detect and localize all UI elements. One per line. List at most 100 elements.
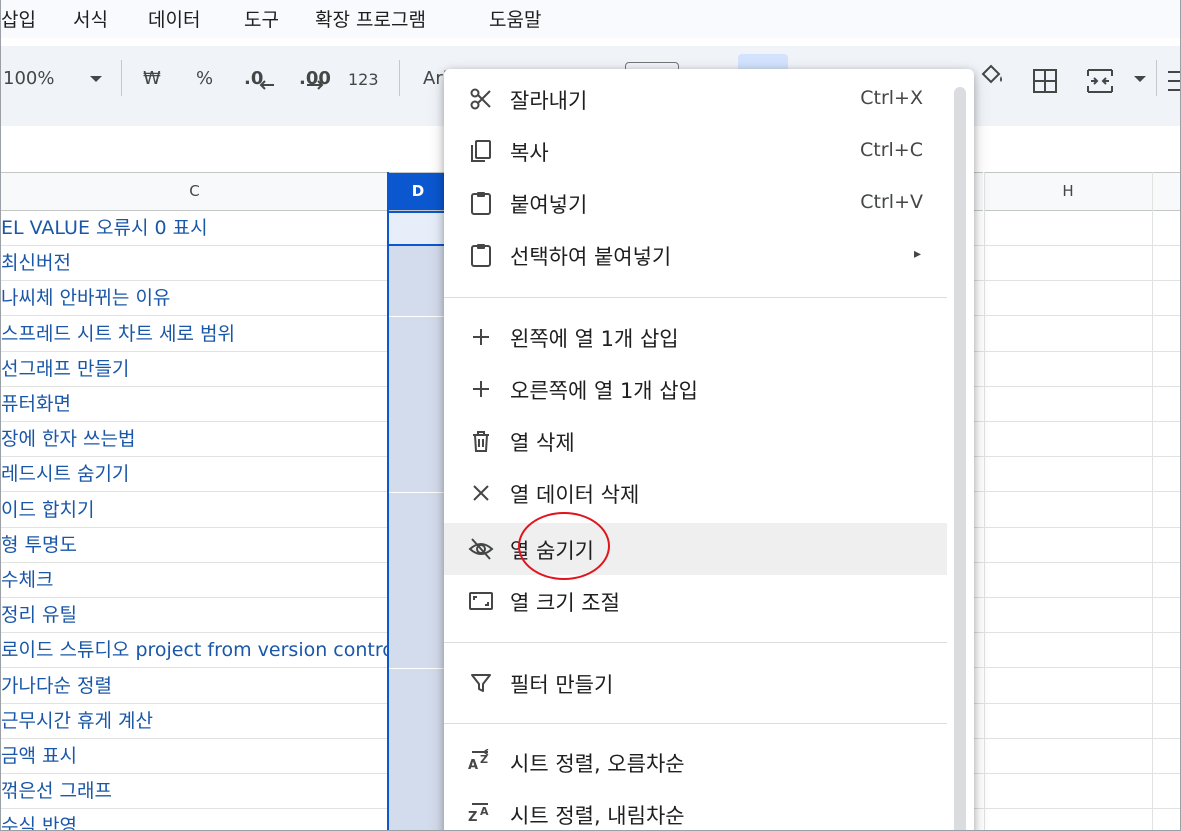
menu-extensions[interactable]: 확장 프로그램: [315, 5, 426, 32]
cell-c[interactable]: 꺾은선 그래프: [1, 774, 387, 809]
cell-c[interactable]: 나씨체 안바뀌는 이유: [1, 281, 387, 316]
percent-format-button[interactable]: %: [196, 68, 213, 89]
cell-c[interactable]: 선그래프 만들기: [1, 352, 387, 387]
column-header-h[interactable]: H: [984, 172, 1152, 211]
cell-d[interactable]: [389, 563, 447, 598]
menu-item-label: 시트 정렬, 오름차순: [510, 752, 685, 776]
chevron-down-icon[interactable]: [1125, 64, 1155, 94]
menu-item-cut[interactable]: 잘라내기 Ctrl+X: [444, 73, 947, 125]
selection-border: [387, 172, 389, 830]
menu-item-clear-column[interactable]: 열 데이터 삭제: [444, 467, 947, 519]
menu-item-create-filter[interactable]: 필터 만들기: [444, 657, 947, 709]
merge-cells-icon[interactable]: [1085, 66, 1115, 96]
menu-bar: 삽입 서식 데이터 도구 확장 프로그램 도움말: [1, 0, 1180, 38]
menu-help[interactable]: 도움말: [489, 5, 541, 32]
toolbar-divider: [121, 60, 122, 96]
plus-icon: [473, 381, 489, 397]
align-icon[interactable]: [1165, 66, 1181, 96]
column-header-i[interactable]: [1152, 172, 1180, 211]
cell-c[interactable]: 로이드 스튜디오 project from version control: [1, 633, 387, 668]
spreadsheet-window: 삽입 서식 데이터 도구 확장 프로그램 도움말 100% ₩ % .0 .00…: [0, 0, 1181, 831]
menu-item-insert-right[interactable]: 오른쪽에 열 1개 삽입: [444, 363, 947, 415]
fill-color-icon[interactable]: [977, 60, 1007, 90]
column-header-c[interactable]: C: [1, 172, 388, 211]
menu-item-label: 선택하여 붙여넣기: [510, 245, 672, 269]
menu-scrollbar[interactable]: [954, 87, 966, 830]
menu-format[interactable]: 서식: [73, 5, 108, 32]
cell-d[interactable]: [389, 387, 447, 422]
menu-item-resize-column[interactable]: 열 크기 조절: [444, 575, 947, 627]
shortcut-label: Ctrl+V: [860, 191, 923, 213]
shortcut-label: Ctrl+C: [860, 139, 923, 161]
more-formats-button[interactable]: 123: [348, 70, 379, 89]
cell-d[interactable]: [389, 457, 447, 493]
cell-d[interactable]: [389, 809, 447, 830]
cell-c[interactable]: 수체크: [1, 563, 387, 598]
cell-d[interactable]: [389, 633, 447, 669]
context-menu: 잘라내기 Ctrl+X 복사 Ctrl+C 붙여넣기 Ctrl+V 선택하여 붙…: [444, 69, 974, 830]
borders-icon[interactable]: [1030, 66, 1060, 96]
cell-d[interactable]: [389, 281, 447, 317]
sort-ascending-icon: A Z: [468, 749, 489, 773]
toolbar-divider: [1156, 60, 1157, 96]
cell-c[interactable]: 금액 표시: [1, 739, 387, 774]
menu-item-label: 열 크기 조절: [510, 591, 620, 615]
cell-d[interactable]: [389, 703, 447, 739]
cell-d[interactable]: [389, 492, 447, 528]
cell-c[interactable]: 정리 유틸: [1, 598, 387, 633]
cell-c[interactable]: 퓨터화면: [1, 387, 387, 422]
menu-item-label: 열 데이터 삭제: [510, 483, 640, 507]
cell-c[interactable]: 수식 반영: [1, 809, 387, 830]
currency-format-button[interactable]: ₩: [143, 68, 161, 89]
cell-d[interactable]: [389, 527, 447, 563]
copy-icon: [471, 140, 491, 162]
cell-c[interactable]: 근무시간 휴게 계산: [1, 704, 387, 739]
cell-d[interactable]: [389, 774, 447, 810]
grid-line: [984, 172, 985, 830]
menu-item-label: 열 삭제: [510, 431, 575, 455]
menu-insert[interactable]: 삽입: [1, 5, 36, 32]
zoom-select[interactable]: 100%: [3, 68, 54, 89]
menu-item-label: 오른쪽에 열 1개 삽입: [510, 379, 698, 403]
menu-tools[interactable]: 도구: [244, 5, 279, 32]
svg-text:A: A: [468, 758, 478, 773]
menu-item-label: 왼쪽에 열 1개 삽입: [510, 327, 679, 351]
menu-item-delete-column[interactable]: 열 삭제: [444, 415, 947, 467]
menu-data[interactable]: 데이터: [148, 5, 200, 32]
shortcut-label: Ctrl+X: [860, 87, 923, 109]
column-header-d[interactable]: D: [388, 172, 448, 211]
menu-item-copy[interactable]: 복사 Ctrl+C: [444, 125, 947, 177]
cell-c[interactable]: 가나다순 정렬: [1, 669, 387, 704]
cell-c[interactable]: 스프레드 시트 차트 세로 범위: [1, 317, 387, 352]
cell-d[interactable]: [389, 316, 447, 352]
sort-descending-icon: Z A: [468, 803, 489, 825]
chevron-down-icon[interactable]: [81, 64, 111, 94]
cell-c[interactable]: 최신버전: [1, 246, 387, 281]
cell-d[interactable]: [389, 739, 447, 774]
cell-c[interactable]: 레드시트 숨기기: [1, 457, 387, 492]
cell-d[interactable]: [389, 598, 447, 634]
menu-item-sort-descending[interactable]: Z A 시트 정렬, 내림차순: [444, 788, 947, 830]
menu-item-paste-special[interactable]: 선택하여 붙여넣기 ▸: [444, 229, 947, 281]
resize-icon: [469, 592, 493, 610]
cell-c[interactable]: 장에 한자 쓰는법: [1, 422, 387, 457]
menu-item-sort-ascending[interactable]: A Z 시트 정렬, 오름차순: [444, 736, 947, 788]
cell-d[interactable]: [389, 668, 447, 704]
menu-item-paste[interactable]: 붙여넣기 Ctrl+V: [444, 177, 947, 229]
cell-d[interactable]: [389, 422, 447, 458]
toolbar-divider: [399, 60, 400, 96]
arrow-left-icon: [259, 80, 274, 90]
cell-c[interactable]: EL VALUE 오류시 0 표시: [1, 211, 387, 246]
grid-line: [1152, 172, 1153, 830]
menu-divider: [444, 723, 947, 724]
cell-c[interactable]: 형 투명도: [1, 528, 387, 563]
active-cell[interactable]: [387, 211, 447, 246]
eye-off-icon: [468, 538, 494, 560]
cell-c[interactable]: 이드 합치기: [1, 493, 387, 528]
cell-d[interactable]: [389, 246, 447, 282]
menu-item-label: 잘라내기: [510, 89, 588, 113]
menu-item-insert-left[interactable]: 왼쪽에 열 1개 삽입: [444, 311, 947, 363]
clipboard-icon: [471, 192, 491, 215]
submenu-arrow-icon: ▸: [913, 246, 921, 262]
cell-d[interactable]: [389, 351, 447, 387]
